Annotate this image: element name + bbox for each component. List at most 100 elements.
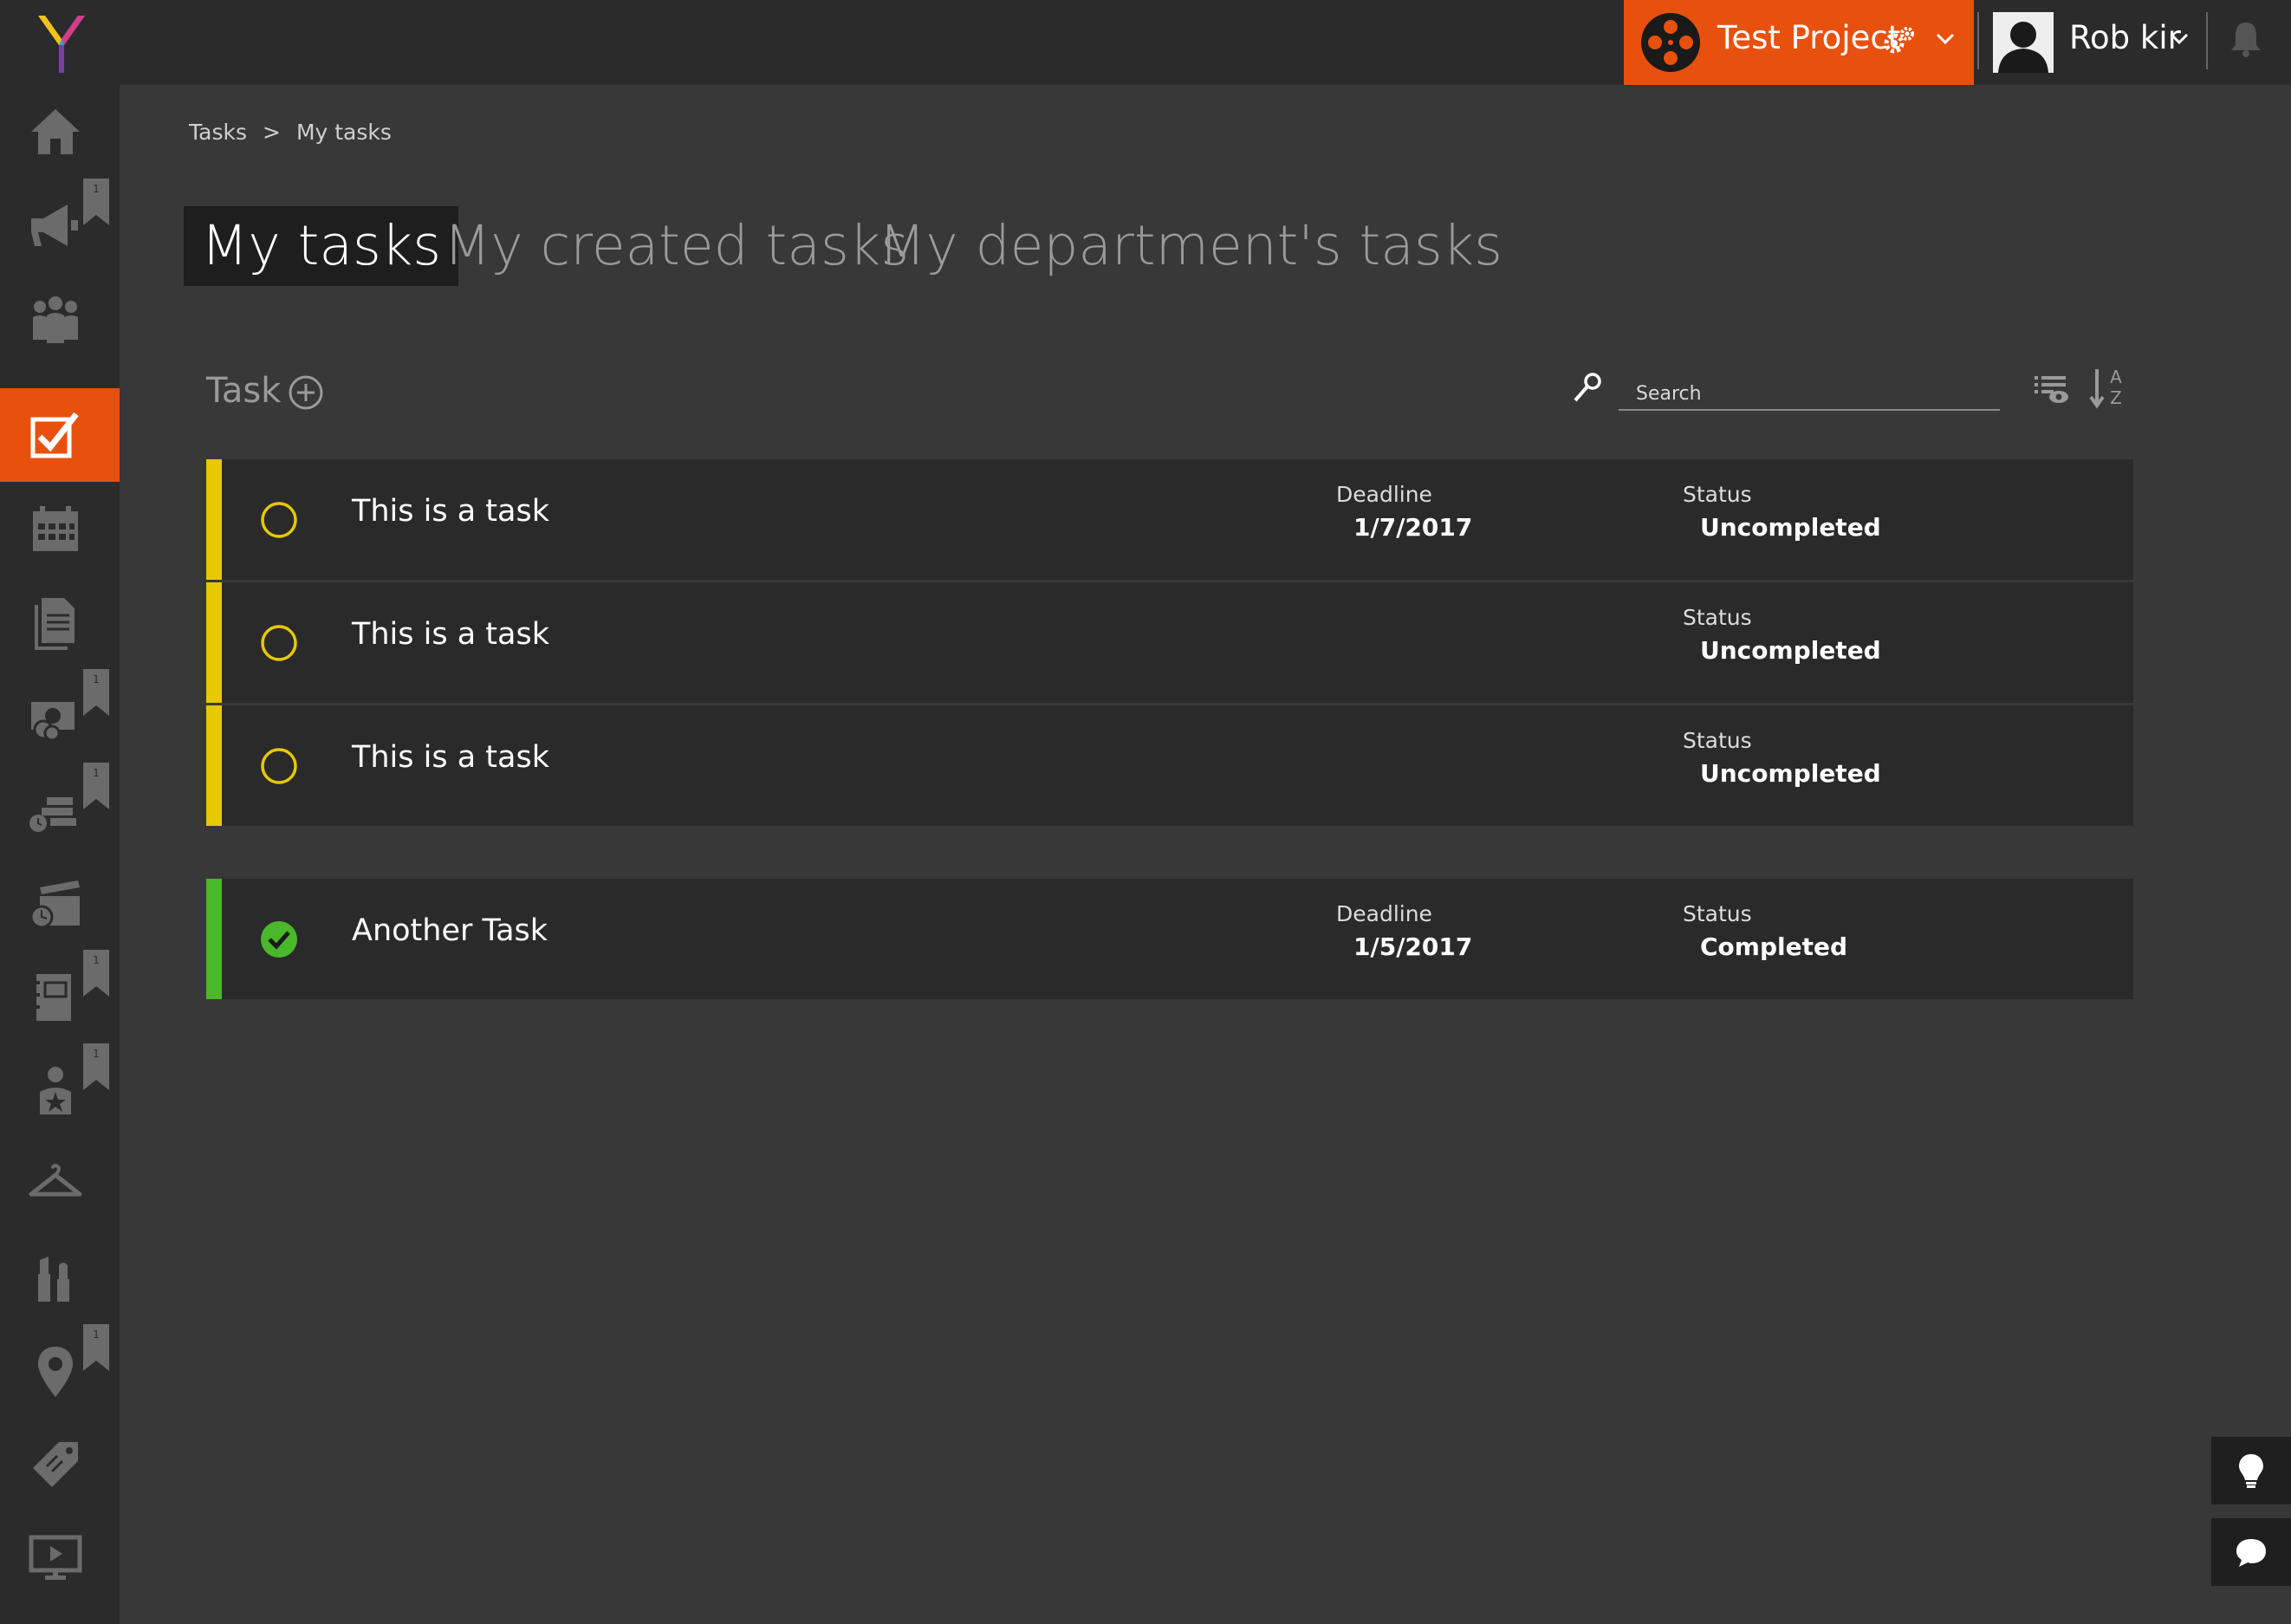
sidebar-item-budget[interactable]: 1: [0, 669, 120, 763]
status-label: Status: [1683, 728, 1752, 753]
add-task-plus-icon[interactable]: [288, 374, 324, 411]
sidebar-item-props[interactable]: [0, 1418, 120, 1511]
task-list-header: Task: [206, 371, 282, 411]
sidebar-item-makeup[interactable]: [0, 1231, 120, 1324]
tab-my-created-tasks[interactable]: My created tasks: [426, 206, 926, 286]
breadcrumb-tasks-link[interactable]: Tasks: [189, 120, 247, 145]
task-uncompleted-circle-icon[interactable]: [260, 747, 298, 785]
task-row[interactable]: This is a task Deadline 1/7/2017 Status …: [206, 459, 2133, 580]
sidebar-item-home[interactable]: [0, 85, 120, 179]
chevron-down-icon[interactable]: [2170, 33, 2189, 45]
bookmark-badge-icon: 1: [83, 1043, 109, 1090]
project-name: Test Project: [1717, 19, 1901, 56]
svg-text:Z: Z: [2110, 387, 2122, 408]
task-row[interactable]: Another Task Deadline 1/5/2017 Status Co…: [206, 879, 2133, 999]
user-name[interactable]: Rob kir: [2069, 19, 2181, 56]
bookmark-badge-icon: 1: [83, 669, 109, 716]
status-label: Status: [1683, 901, 1752, 926]
gears-icon[interactable]: [1882, 26, 1915, 55]
task-status-bar: [206, 582, 222, 703]
notebook-icon: [33, 974, 71, 1021]
schedule-stripboard-icon: [29, 797, 76, 832]
task-title[interactable]: This is a task: [352, 740, 549, 775]
film-reel-icon: [1641, 13, 1700, 72]
task-completed-check-icon[interactable]: [260, 920, 298, 958]
view-options-icon[interactable]: [2033, 371, 2069, 406]
budget-money-icon: [31, 702, 75, 742]
sidebar-item-costumes[interactable]: [0, 1137, 120, 1231]
task-uncompleted-circle-icon[interactable]: [260, 501, 298, 539]
screen-play-icon: [29, 1535, 82, 1580]
sidebar-item-locations[interactable]: 1: [0, 1324, 120, 1418]
deadline-value: 1/5/2017: [1353, 932, 1473, 961]
status-value: Uncompleted: [1700, 759, 1881, 788]
search-icon[interactable]: [1572, 371, 1603, 406]
task-uncompleted-circle-icon[interactable]: [260, 624, 298, 662]
sidebar-item-crew[interactable]: [0, 272, 120, 366]
task-title[interactable]: This is a task: [352, 494, 549, 529]
status-label: Status: [1683, 605, 1752, 630]
costume-hanger-icon: [29, 1164, 82, 1197]
task-row[interactable]: This is a task Status Uncompleted: [206, 705, 2133, 826]
deadline-label: Deadline: [1336, 482, 1432, 507]
sort-alphabetical-icon[interactable]: A Z: [2088, 366, 2128, 411]
chevron-down-icon[interactable]: [1936, 33, 1955, 45]
status-value: Completed: [1700, 932, 1848, 961]
sidebar-item-screenings[interactable]: [0, 1511, 120, 1605]
makeup-icon: [38, 1257, 69, 1302]
deadline-label: Deadline: [1336, 901, 1432, 926]
bookmark-badge-icon: 1: [83, 950, 109, 997]
task-title[interactable]: This is a task: [352, 617, 549, 652]
chat-button[interactable]: [2211, 1518, 2291, 1586]
lightbulb-icon: [2239, 1454, 2263, 1488]
breadcrumb-current: My tasks: [295, 120, 392, 145]
sidebar-badge-count: 1: [93, 183, 100, 195]
breadcrumb: Tasks > My tasks: [189, 120, 392, 145]
status-value: Uncompleted: [1700, 513, 1881, 542]
sidebar-item-notes[interactable]: 1: [0, 950, 120, 1043]
sidebar-item-cast[interactable]: 1: [0, 1043, 120, 1137]
megaphone-icon: [31, 205, 78, 246]
tag-props-icon: [33, 1442, 78, 1487]
notification-bell-icon[interactable]: [2229, 19, 2263, 57]
sidebar-item-announcements[interactable]: 1: [0, 179, 120, 272]
home-icon: [31, 109, 80, 154]
bookmark-badge-icon: 1: [83, 763, 109, 809]
task-row[interactable]: This is a task Status Uncompleted: [206, 582, 2133, 703]
task-status-bar: [206, 459, 222, 580]
sidebar: 1 1 1 1 1 1: [0, 85, 120, 1624]
sidebar-badge-count: 1: [93, 1048, 100, 1060]
tab-my-tasks[interactable]: My tasks: [184, 206, 459, 286]
bookmark-badge-icon: 1: [83, 1324, 109, 1371]
divider: [1977, 12, 1979, 69]
sidebar-item-documents[interactable]: [0, 575, 120, 669]
top-bar: Test Project Rob kir: [0, 0, 2291, 85]
breadcrumb-separator: >: [262, 120, 281, 145]
status-value: Uncompleted: [1700, 636, 1881, 665]
sidebar-item-calendar[interactable]: [0, 482, 120, 575]
svg-text:A: A: [2110, 367, 2122, 387]
calendar-icon: [33, 506, 78, 551]
tasks-checkbox-icon: [30, 412, 79, 458]
sidebar-item-shooting-days[interactable]: [0, 856, 120, 950]
cast-star-icon: [40, 1067, 71, 1114]
sidebar-item-tasks[interactable]: [0, 388, 120, 482]
user-silhouette-icon: [1993, 12, 2054, 73]
sidebar-item-schedule[interactable]: 1: [0, 763, 120, 856]
chat-bubble-icon: [2236, 1539, 2266, 1567]
sidebar-badge-count: 1: [93, 767, 100, 779]
tab-my-departments-tasks[interactable]: My department's tasks: [861, 206, 1520, 286]
search-input[interactable]: [1619, 378, 2000, 411]
project-selector-button[interactable]: Test Project: [1624, 0, 1974, 85]
clapperboard-icon: [29, 880, 80, 929]
status-label: Status: [1683, 482, 1752, 507]
user-avatar[interactable]: [1993, 12, 2054, 73]
app-logo-icon[interactable]: [35, 12, 87, 76]
task-title[interactable]: Another Task: [352, 913, 548, 948]
location-pin-icon: [38, 1347, 73, 1397]
tips-button[interactable]: [2211, 1437, 2291, 1504]
people-icon: [33, 296, 78, 343]
task-status-bar: [206, 705, 222, 826]
documents-icon: [35, 598, 75, 650]
deadline-value: 1/7/2017: [1353, 513, 1473, 542]
